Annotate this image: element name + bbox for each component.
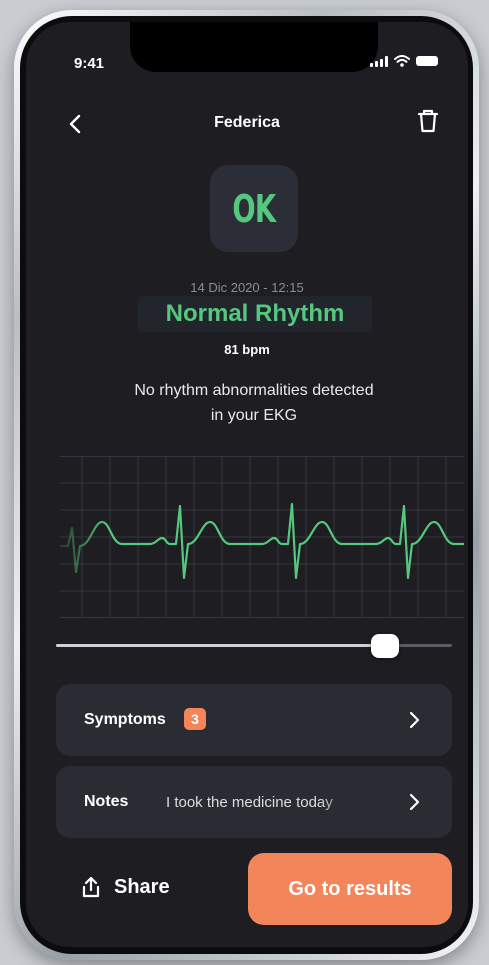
page-title: Federica: [214, 114, 280, 131]
symptoms-label: Symptoms: [84, 711, 166, 728]
wifi-icon: [394, 55, 410, 67]
go-to-results-button[interactable]: Go to results: [248, 853, 452, 925]
camera-notch: [130, 22, 378, 72]
heart-rate: 81 bpm: [224, 342, 270, 357]
chevron-right-icon: [409, 793, 420, 811]
result-badge-label: OK: [232, 186, 276, 231]
slider-fill: [56, 644, 385, 647]
symptoms-count-badge: 3: [184, 708, 206, 730]
notes-label: Notes: [84, 793, 129, 810]
slider-thumb[interactable]: [370, 634, 399, 658]
ekg-waveform-chart: [60, 456, 464, 618]
ekg-grid: [60, 456, 464, 618]
playback-slider[interactable]: [56, 634, 452, 658]
share-icon: [82, 876, 100, 898]
share-button[interactable]: Share: [80, 866, 200, 908]
result-message: No rhythm abnormalities detected in your…: [134, 382, 374, 424]
notes-preview: I took the medicine today: [166, 794, 333, 811]
trash-icon[interactable]: [414, 106, 442, 136]
ekg-trace: [60, 502, 464, 580]
app-screen: 9:41 Federica OK 14 Dic 2020 - 12:15 Nor…: [26, 22, 468, 947]
battery-icon: [416, 56, 438, 66]
result-badge: OK: [210, 165, 298, 252]
status-time: 9:41: [74, 55, 105, 72]
signal-icon: [370, 56, 388, 67]
symptoms-card[interactable]: Symptoms 3: [56, 684, 452, 756]
recording-datetime: 14 Dic 2020 - 12:15: [190, 280, 304, 295]
share-label: Share: [114, 875, 170, 898]
chevron-right-icon: [409, 711, 420, 729]
rhythm-title: Normal Rhythm: [138, 296, 372, 332]
notes-card[interactable]: Notes I took the medicine today: [56, 766, 452, 838]
status-icons: [370, 55, 438, 67]
